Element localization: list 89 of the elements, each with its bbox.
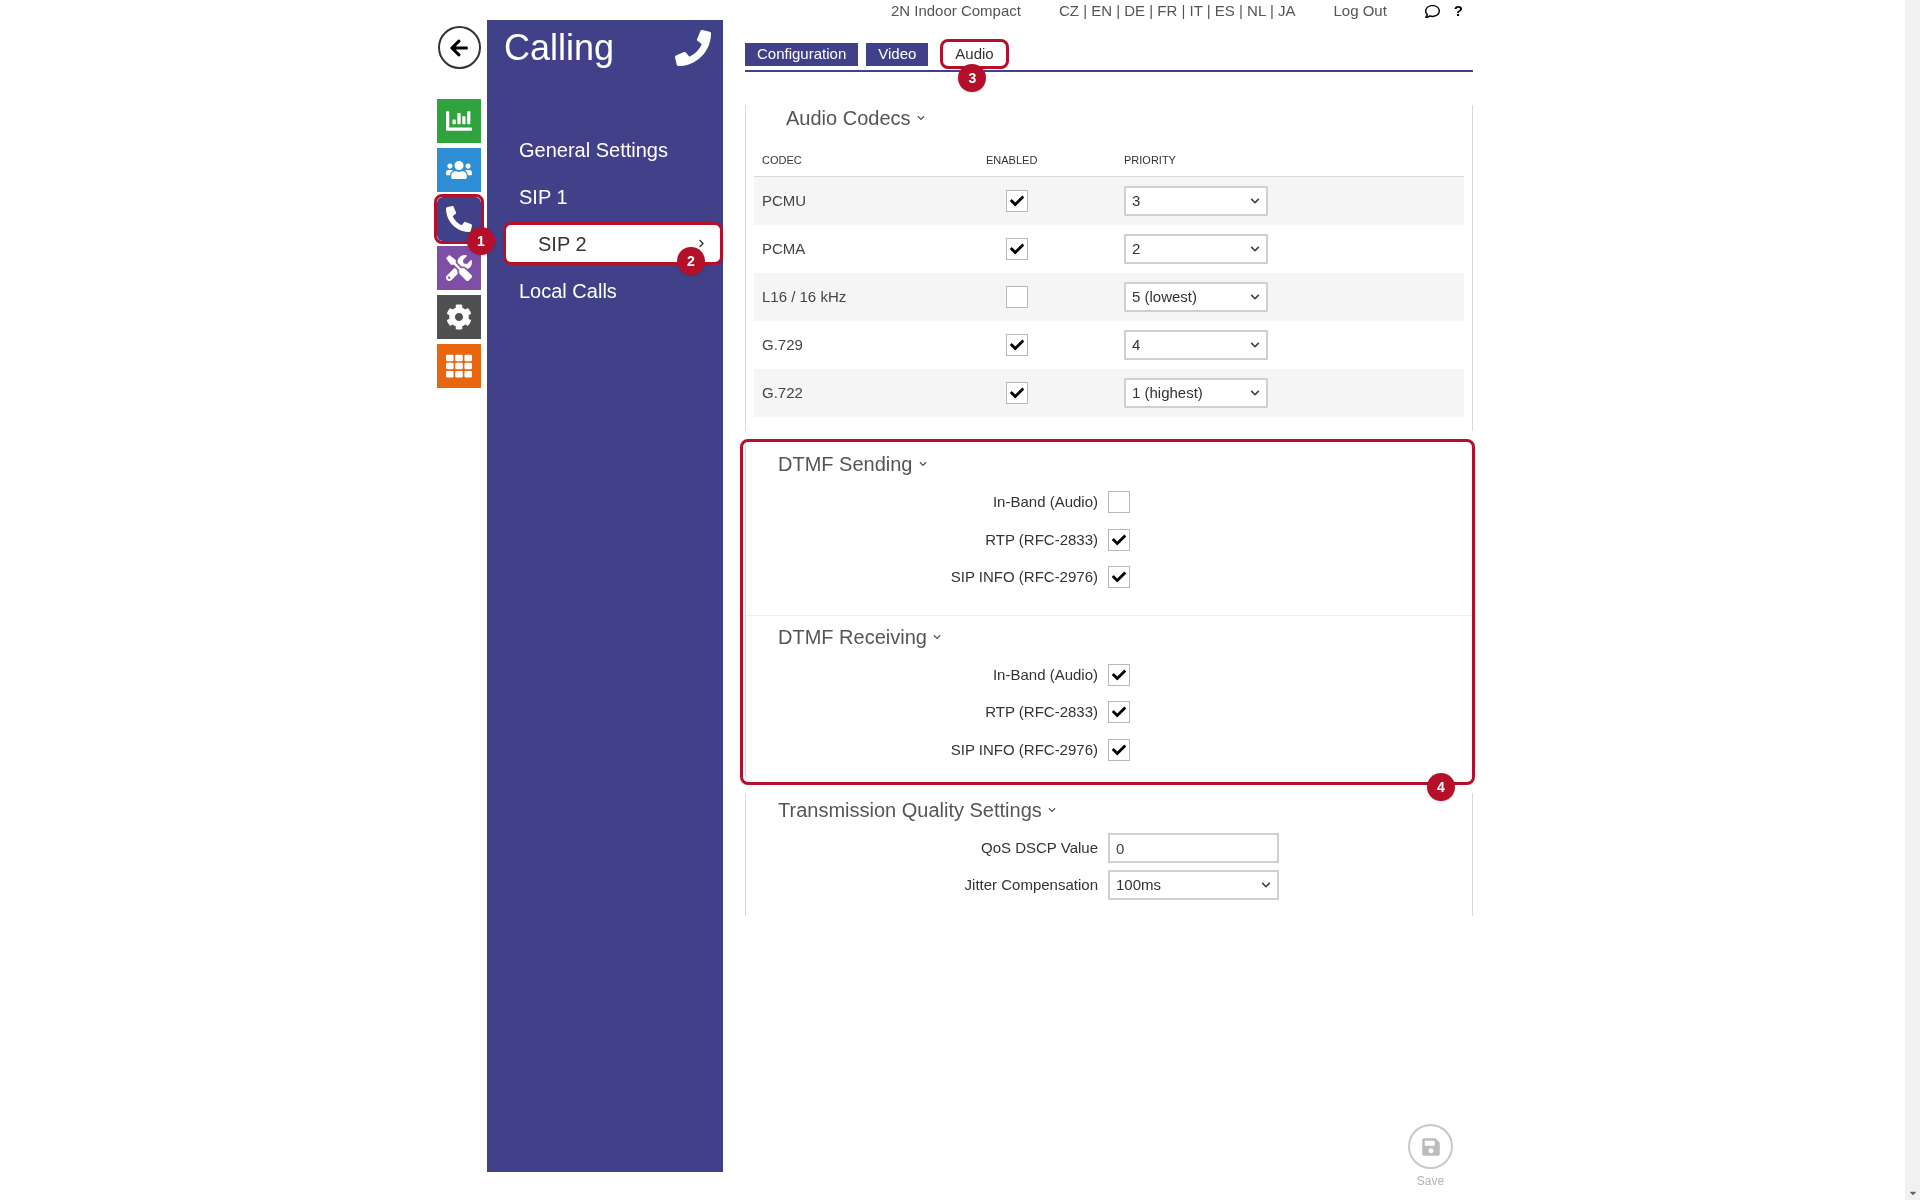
logout-link[interactable]: Log Out [1333,0,1387,23]
check-icon [1010,338,1024,352]
chevron-down-icon[interactable] [932,632,941,641]
priority-select[interactable]: 5 (lowest) [1124,282,1268,312]
checkbox[interactable] [1006,286,1028,308]
codec-name: G.729 [762,334,804,355]
section-title[interactable]: DTMF Sending [778,451,913,477]
tab[interactable]: Configuration [745,43,859,66]
chevron-down-icon[interactable] [916,114,925,122]
chevron-right-icon [697,239,706,248]
nav-tile[interactable] [437,344,481,388]
nav-tile[interactable] [437,246,481,290]
option-label: RTP (RFC-2833) [984,702,1099,722]
save-label: Save [1416,1173,1445,1190]
jitter-select[interactable]: 100ms [1108,870,1279,900]
check-icon [1112,532,1126,547]
menu-item[interactable]: SIP 1 [487,181,723,212]
tools-icon [446,255,472,281]
arrow-left-icon [449,37,469,58]
field-label: QoS DSCP Value [980,837,1099,858]
checkbox[interactable] [1006,334,1028,356]
callout-badge: 2 [677,247,705,275]
check-icon [1010,242,1024,256]
phone-icon [675,30,711,66]
checkbox[interactable] [1108,566,1130,589]
option-label: RTP (RFC-2833) [984,529,1099,550]
grid-icon [446,353,472,379]
field-label: Jitter Compensation [963,874,1099,895]
check-icon [1112,570,1126,585]
chevron-down-icon [1250,340,1260,350]
checkbox[interactable] [1108,491,1130,514]
codec-name: G.722 [762,382,804,403]
check-icon [1112,742,1126,757]
chevron-down-icon[interactable] [918,460,927,468]
chevron-down-icon [1261,880,1271,890]
check-icon [1010,386,1024,400]
nav-tile[interactable] [437,295,481,339]
check-icon [1010,194,1024,208]
section-title[interactable]: Transmission Quality Settings [778,797,1042,823]
checkbox[interactable] [1006,190,1028,212]
codec-name: L16 / 16 kHz [762,286,848,307]
language-links[interactable]: CZ | EN | DE | FR | IT | ES | NL | JA [1058,0,1296,23]
codec-name: PCMU [762,190,808,211]
chevron-down-icon [1250,196,1260,206]
section-title[interactable]: Audio Codecs [786,105,911,131]
save-icon [1420,1136,1441,1157]
chat-icon[interactable] [1424,3,1440,19]
scrollbar[interactable] [1905,0,1920,1200]
option-label: SIP INFO (RFC-2976) [949,739,1099,760]
check-icon [1112,705,1126,720]
priority-select[interactable]: 2 [1124,234,1268,264]
menu-item[interactable]: Local Calls [487,275,723,306]
chevron-down-icon [1250,292,1260,302]
checkbox[interactable] [1006,382,1028,404]
chevron-down-icon[interactable] [1047,806,1056,814]
back-button[interactable] [437,26,481,69]
device-name: 2N Indoor Compact [890,0,1021,21]
priority-select[interactable]: 3 [1124,186,1268,216]
callout-badge: 4 [1427,773,1455,801]
chevron-down-icon [1250,244,1260,254]
bar-chart-icon [446,108,472,134]
input-field[interactable]: 0 [1108,833,1279,863]
nav-tile[interactable] [437,99,481,143]
option-label: In-Band (Audio) [991,492,1099,512]
help-link[interactable]: ? [1453,0,1463,23]
tab[interactable]: Audio [940,39,1009,69]
chevron-down-icon [1250,388,1260,398]
checkbox[interactable] [1108,738,1130,761]
phone-icon [446,206,472,232]
column-header: PRIORITY [1124,153,1177,169]
checkbox[interactable] [1006,238,1028,260]
section-title[interactable]: DTMF Receiving [778,623,927,650]
nav-tile[interactable] [437,148,481,192]
check-icon [1112,667,1126,682]
checkbox[interactable] [1108,701,1130,724]
page-title: Calling [504,26,615,70]
priority-select[interactable]: 1 (highest) [1124,378,1268,408]
tab[interactable]: Video [866,43,929,66]
checkbox[interactable] [1108,528,1130,551]
menu-item[interactable]: General Settings [487,134,723,165]
codec-name: PCMA [762,238,807,259]
settings-icon [446,304,472,330]
checkbox[interactable] [1108,663,1130,686]
callout-badge: 3 [958,64,987,92]
option-label: SIP INFO (RFC-2976) [949,567,1099,587]
column-header: CODEC [762,153,803,169]
column-header: ENABLED [985,153,1039,169]
priority-select[interactable]: 4 [1124,330,1268,360]
option-label: In-Band (Audio) [991,664,1099,685]
